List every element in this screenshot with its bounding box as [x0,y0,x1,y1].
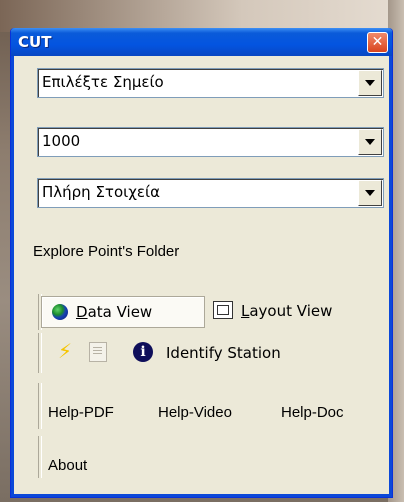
info-icon[interactable]: i [133,342,153,362]
globe-icon [52,304,68,320]
details-select-value: Πλήρη Στοιχεία [42,183,160,201]
toolbar-grip[interactable] [38,436,42,478]
help-video-link[interactable]: Help-Video [158,404,232,421]
chevron-down-icon[interactable] [358,129,382,155]
window-title: CUT [18,33,52,51]
lightning-icon[interactable]: ⚡ [58,340,76,362]
layout-view-label: ayout View [249,302,333,320]
data-view-label: ata View [87,303,153,321]
details-select-dropdown[interactable]: Πλήρη Στοιχεία [37,178,384,208]
layout-icon [213,301,233,319]
scale-select-value: 1000 [42,132,81,150]
point-select-dropdown[interactable]: Επιλέξτε Σημείο [37,68,384,98]
explore-folder-link[interactable]: Explore Point's Folder [33,243,179,260]
scale-select-dropdown[interactable]: 1000 [37,127,384,157]
close-button[interactable]: ✕ [367,32,388,53]
cut-window: CUT ✕ Επιλέξτε Σημείο 1000 Πλήρη Στοιχεί… [10,28,393,498]
about-link[interactable]: About [48,457,87,474]
data-view-button[interactable]: Data View [41,296,205,328]
document-icon [89,342,107,362]
chevron-down-icon[interactable] [358,180,382,206]
identify-station-button[interactable]: Identify Station [166,344,281,362]
close-icon: ✕ [371,34,384,50]
help-pdf-link[interactable]: Help-PDF [48,404,114,421]
layout-view-button[interactable]: Layout View [211,296,377,326]
toolbar-grip[interactable] [38,383,42,429]
help-doc-link[interactable]: Help-Doc [281,404,344,421]
point-select-value: Επιλέξτε Σημείο [42,73,164,91]
toolbar-grip[interactable] [38,333,42,373]
data-view-mnemonic: D [76,303,88,321]
title-bar[interactable]: CUT ✕ [11,28,392,56]
chevron-down-icon[interactable] [358,70,382,96]
